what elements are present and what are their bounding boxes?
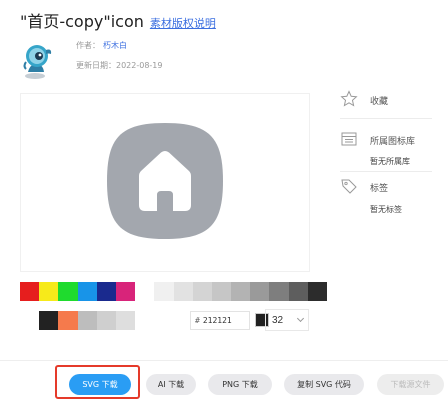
sidebar-divider	[340, 118, 432, 119]
size-select[interactable]: 32	[265, 309, 309, 331]
color-swatch[interactable]	[307, 282, 327, 301]
hex-color-input[interactable]: # 212121	[190, 311, 250, 330]
hex-value: 212121	[202, 316, 232, 325]
color-swatch[interactable]	[96, 311, 116, 330]
color-swatch[interactable]	[20, 311, 40, 330]
color-swatch[interactable]	[192, 282, 212, 301]
copy-svg-code-button[interactable]: 复制 SVG 代码	[284, 374, 364, 395]
color-swatch[interactable]	[20, 282, 40, 301]
color-swatch[interactable]	[288, 282, 308, 301]
hex-hash: #	[195, 316, 200, 325]
tags-value: 暂无标签	[370, 205, 402, 214]
color-swatch[interactable]	[269, 282, 289, 301]
library-value: 暂无所属库	[370, 157, 410, 166]
png-download-button[interactable]: PNG 下载	[208, 374, 272, 395]
color-swatch[interactable]	[39, 282, 59, 301]
tags-label: 标签	[370, 184, 389, 194]
color-swatch[interactable]	[96, 282, 116, 301]
chevron-down-icon	[296, 314, 305, 323]
favorite-label[interactable]: 收藏	[370, 94, 388, 107]
color-palette-row-2	[20, 311, 136, 330]
bottom-divider	[0, 360, 448, 361]
author-name[interactable]: 朽木白	[103, 41, 127, 50]
sidebar-divider	[340, 171, 432, 172]
color-swatch[interactable]	[173, 282, 193, 301]
updated-date: 更新日期：2022-08-19	[76, 61, 163, 70]
icon-title: "首页-copy"icon	[20, 12, 144, 31]
color-swatch[interactable]	[135, 282, 155, 301]
title-row: "首页-copy"icon 素材版权说明	[20, 8, 216, 31]
author-avatar[interactable]	[20, 42, 54, 80]
color-swatch[interactable]	[58, 311, 78, 330]
svg-download-button[interactable]: SVG 下载	[69, 374, 131, 395]
author-label: 作者：	[76, 41, 100, 50]
star-icon[interactable]	[340, 90, 358, 108]
color-swatch[interactable]	[77, 282, 97, 301]
ai-download-button[interactable]: AI 下载	[146, 374, 196, 395]
color-swatch[interactable]	[154, 282, 174, 301]
license-link[interactable]: 素材版权说明	[150, 15, 216, 31]
home-icon	[107, 123, 223, 239]
color-swatch[interactable]	[115, 282, 136, 301]
color-swatch[interactable]	[115, 311, 136, 330]
library-label: 所属图标库	[370, 137, 416, 147]
color-swatch[interactable]	[77, 311, 97, 330]
color-swatch[interactable]	[250, 282, 270, 301]
tag-icon	[341, 179, 357, 194]
color-palette-row-1	[20, 282, 327, 301]
source-download-button[interactable]: 下载源文件	[377, 374, 444, 395]
library-icon	[341, 132, 357, 146]
color-swatch[interactable]	[58, 282, 78, 301]
icon-preview	[20, 93, 310, 272]
color-swatch[interactable]	[39, 311, 59, 330]
color-swatch[interactable]	[231, 282, 251, 301]
color-swatch[interactable]	[211, 282, 232, 301]
meta-info: 作者： 朽木白 更新日期：2022-08-19	[76, 40, 163, 80]
size-value: 32	[272, 314, 284, 326]
